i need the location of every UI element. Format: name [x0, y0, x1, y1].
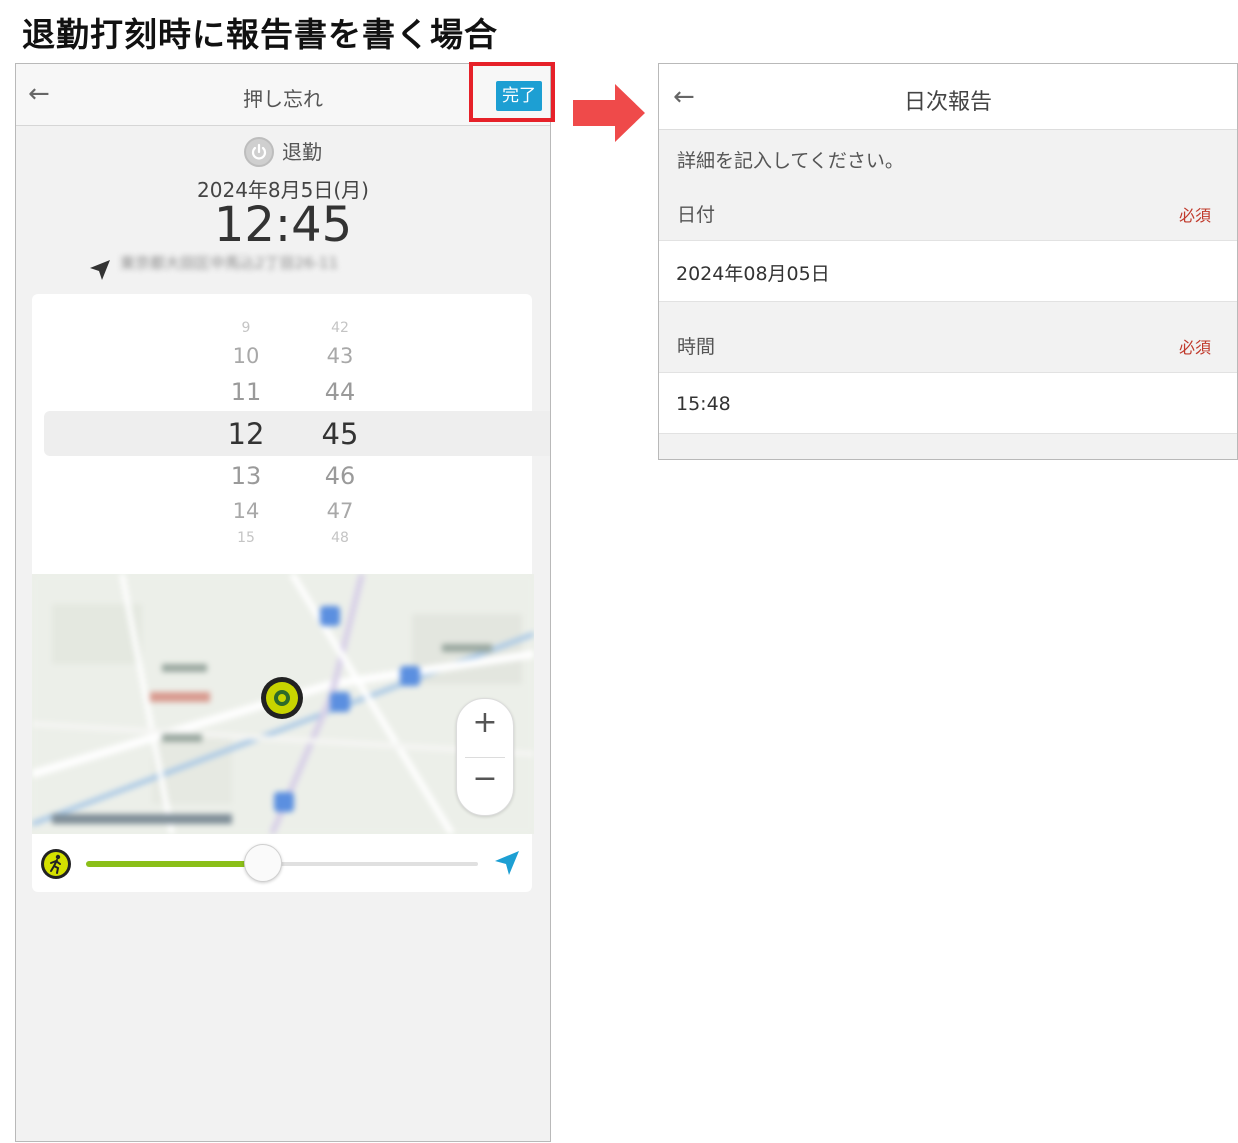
- hour-option[interactable]: 14: [216, 499, 276, 523]
- user-position-marker-icon[interactable]: [260, 676, 304, 720]
- page-title: 退勤打刻時に報告書を書く場合: [22, 15, 498, 54]
- screen-title: 日次報告: [903, 90, 992, 115]
- punch-time: 12:45: [213, 197, 353, 253]
- slider-thumb[interactable]: [244, 844, 282, 882]
- zoom-in-button[interactable]: +: [457, 705, 513, 740]
- hour-option-selected[interactable]: 12: [216, 417, 276, 451]
- minute-option[interactable]: 46: [310, 462, 370, 490]
- minute-option[interactable]: 42: [310, 320, 370, 332]
- minute-option-selected[interactable]: 45: [310, 417, 370, 451]
- zoom-divider: [465, 757, 505, 758]
- zoom-control: + −: [456, 698, 514, 816]
- minute-option[interactable]: 47: [310, 499, 370, 523]
- zoom-out-button[interactable]: −: [457, 761, 513, 796]
- required-badge: 必須: [1179, 338, 1212, 357]
- hour-option[interactable]: 13: [216, 462, 276, 490]
- location-arrow-icon: [90, 260, 110, 280]
- minute-option[interactable]: 43: [310, 344, 370, 368]
- date-field[interactable]: 2024年08月05日: [659, 240, 1237, 302]
- time-field-value: 15:48: [676, 393, 731, 415]
- minute-option[interactable]: 44: [310, 378, 370, 406]
- hour-option[interactable]: 9: [216, 320, 276, 332]
- hour-option[interactable]: 11: [216, 378, 276, 406]
- punch-type: 退勤: [16, 136, 550, 169]
- walking-person-icon: [41, 849, 71, 879]
- navigation-arrow-icon[interactable]: [492, 848, 522, 878]
- hour-option[interactable]: 15: [216, 530, 276, 542]
- date-field-value: 2024年08月05日: [676, 263, 830, 285]
- time-picker[interactable]: 9 10 11 12 13 14 15 42 43 44 45 46 47 48: [32, 294, 550, 574]
- missed-punch-screen: ← 押し忘れ 完了 退勤 2024年8月5日(月) 12:45 東京都大田区中馬…: [15, 63, 551, 1142]
- minute-option[interactable]: 48: [310, 530, 370, 542]
- picker-selection-band: [44, 411, 550, 456]
- instruction-text: 詳細を記入してください。: [677, 150, 904, 172]
- radius-slider-panel: [32, 834, 532, 892]
- map-view[interactable]: + −: [32, 574, 534, 834]
- required-badge: 必須: [1179, 206, 1212, 225]
- hour-option[interactable]: 10: [216, 344, 276, 368]
- done-button-highlight: [469, 62, 555, 122]
- header-bar: ← 日次報告: [659, 64, 1237, 130]
- location-address: 東京都大田区中馬込2丁目26-11: [120, 254, 339, 272]
- punch-type-label: 退勤: [282, 140, 322, 164]
- slider-fill: [86, 861, 262, 867]
- power-icon: [244, 136, 274, 167]
- time-field[interactable]: 15:48: [659, 372, 1237, 434]
- date-field-label: 日付: [677, 204, 716, 226]
- time-field-label: 時間: [677, 336, 716, 358]
- flow-arrow-icon: [573, 84, 645, 142]
- daily-report-screen: ← 日次報告 詳細を記入してください。 日付 必須 2024年08月05日 時間…: [658, 63, 1238, 460]
